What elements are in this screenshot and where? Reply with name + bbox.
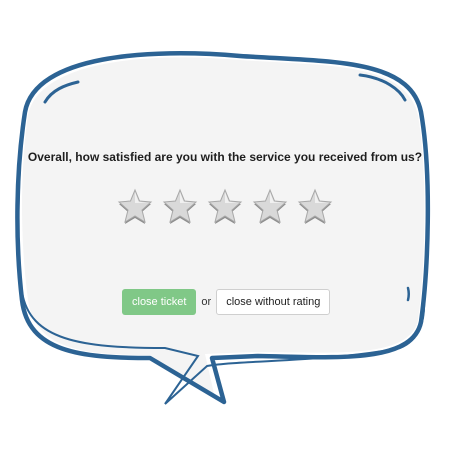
close-without-rating-button[interactable]: close without rating	[216, 289, 331, 315]
star-2-icon[interactable]	[162, 187, 198, 227]
satisfaction-question: Overall, how satisfied are you with the …	[27, 150, 423, 164]
star-4-icon[interactable]	[252, 187, 288, 227]
or-separator: or	[201, 296, 212, 308]
star-3-icon[interactable]	[207, 187, 243, 227]
feedback-stage: Overall, how satisfied are you with the …	[0, 0, 450, 450]
star-rating[interactable]	[117, 187, 333, 231]
ticket-actions: close ticket or close without rating	[122, 289, 331, 315]
star-1-icon[interactable]	[117, 187, 153, 227]
bottom-right-highlight-stroke	[406, 286, 410, 302]
close-ticket-button[interactable]: close ticket	[122, 289, 197, 315]
star-5-icon[interactable]	[297, 187, 333, 227]
